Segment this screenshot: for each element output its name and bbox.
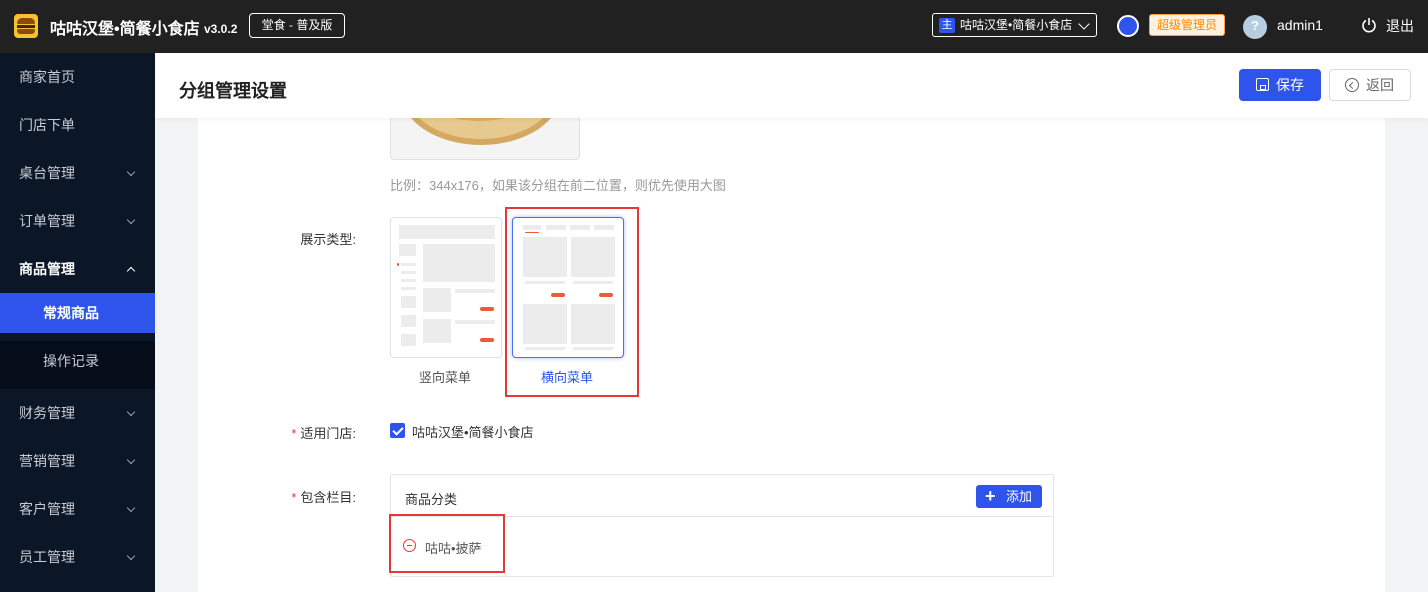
image-ratio-hint: 比例：344x176，如果该分组在前二位置，则优先使用大图 [390, 178, 726, 193]
top-bar: 咕咕汉堡•简餐小食店 v3.0.2 堂食 - 普及版 主 咕咕汉堡•简餐小食店 … [0, 0, 1428, 53]
sidebar-item-label: 客户管理 [19, 501, 75, 517]
version-label: v3.0.2 [204, 22, 238, 36]
store-select-value: 咕咕汉堡•简餐小食店 [960, 18, 1073, 32]
chevron-down-icon [126, 455, 136, 465]
sidebar-item-store-order[interactable]: 门店下单 [0, 101, 155, 149]
brand-name: 咕咕汉堡•简餐小食店 [50, 21, 200, 38]
store-select[interactable]: 主 咕咕汉堡•简餐小食店 [932, 13, 1097, 37]
columns-table-header: 商品分类 + 添加 [391, 475, 1053, 517]
sidebar-item-label: 商家首页 [19, 69, 75, 85]
add-button[interactable]: + 添加 [976, 485, 1042, 508]
sidebar-item-finance[interactable]: 财务管理 [0, 389, 155, 437]
main-store-tag: 主 [939, 18, 955, 33]
add-button-label: 添加 [1006, 489, 1033, 504]
chevron-down-icon [126, 407, 136, 417]
sidebar-item-orders[interactable]: 订单管理 [0, 197, 155, 245]
sidebar-item-label: 常规商品 [43, 305, 99, 321]
back-circle-icon [1345, 78, 1359, 92]
logout-button[interactable]: 退出 [1386, 16, 1414, 36]
power-icon[interactable] [1361, 17, 1377, 33]
page-header: 分组管理设置 保存 返回 [155, 53, 1428, 118]
sidebar-item-label: 门店下单 [19, 117, 75, 133]
sidebar-item-products[interactable]: 商品管理 [0, 245, 155, 293]
store-option-label[interactable]: 咕咕汉堡•简餐小食店 [412, 422, 534, 441]
sidebar-item-label: 财务管理 [19, 405, 75, 421]
chevron-down-icon [126, 503, 136, 513]
columns-header-title: 商品分类 [405, 492, 458, 507]
username[interactable]: admin1 [1277, 17, 1323, 33]
save-button[interactable]: 保存 [1239, 69, 1321, 101]
page-title: 分组管理设置 [179, 81, 287, 101]
save-icon [1256, 78, 1269, 91]
role-badge: 超级管理员 [1149, 14, 1225, 36]
sidebar-item-home[interactable]: 商家首页 [0, 53, 155, 101]
save-button-label: 保存 [1276, 77, 1304, 93]
sidebar-item-staff[interactable]: 员工管理 [0, 533, 155, 581]
avatar[interactable] [1243, 15, 1267, 39]
sidebar-item-label: 订单管理 [19, 213, 75, 229]
sidebar-item-label: 营销管理 [19, 453, 75, 469]
chevron-down-icon [126, 551, 136, 561]
display-type-label: 展示类型: [300, 232, 356, 247]
sidebar-item-label: 操作记录 [43, 353, 99, 369]
sidebar-item-label: 员工管理 [19, 549, 75, 565]
vertical-menu-caption[interactable]: 竖向菜单 [419, 367, 471, 386]
sidebar-subitem-regular-products[interactable]: 常规商品 [0, 293, 155, 333]
store-label: * 适用门店: [291, 426, 356, 441]
chevron-up-icon [126, 266, 136, 276]
sidebar-item-tables[interactable]: 桌台管理 [0, 149, 155, 197]
sidebar-subitem-operation-log[interactable]: 操作记录 [0, 341, 155, 389]
chevron-down-icon [126, 215, 136, 225]
highlight-box [505, 207, 639, 397]
sidebar-item-label: 桌台管理 [19, 165, 75, 181]
highlight-box [389, 514, 505, 573]
store-checkbox[interactable] [390, 423, 405, 438]
back-button-label: 返回 [1366, 77, 1394, 93]
sidebar-item-marketing[interactable]: 营销管理 [0, 437, 155, 485]
burger-logo-icon [14, 14, 38, 38]
plus-icon: + [985, 486, 996, 506]
edition-badge[interactable]: 堂食 - 普及版 [249, 13, 345, 38]
chevron-down-icon [1078, 18, 1090, 30]
sidebar-item-customers[interactable]: 客户管理 [0, 485, 155, 533]
vertical-menu-option[interactable] [390, 217, 502, 358]
columns-label: * 包含栏目: [291, 490, 356, 505]
sidebar: 商家首页 门店下单 桌台管理 订单管理 商品管理 常规商品 操作记录 财务管理 … [0, 53, 155, 592]
sidebar-item-label: 商品管理 [19, 261, 75, 277]
chevron-down-icon [126, 167, 136, 177]
back-button[interactable]: 返回 [1329, 69, 1411, 101]
theme-dot-icon[interactable] [1117, 15, 1139, 37]
